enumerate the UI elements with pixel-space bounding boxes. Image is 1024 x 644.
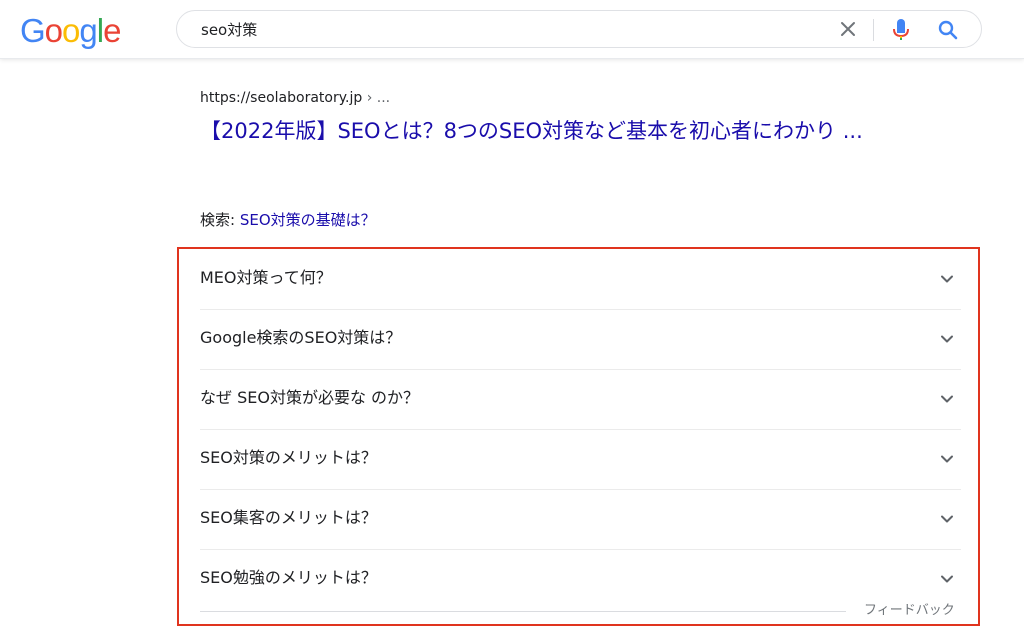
chevron-down-icon[interactable] [939,511,955,527]
paa-question-item[interactable]: MEO対策って何？ [200,250,961,310]
top-bar: Google [0,0,1024,59]
feedback-link[interactable]: フィードバック [864,601,955,621]
related-search: 検索: SEO対策の基礎は？ [200,208,376,232]
microphone-icon[interactable] [891,18,911,42]
paa-question-text: SEO対策のメリットは？ [200,448,377,467]
chevron-down-icon[interactable] [939,571,955,587]
paa-question-item[interactable]: SEO集客のメリットは？ [200,490,961,550]
logo-letter: G [20,12,46,49]
paa-question-item[interactable]: SEO対策のメリットは？ [200,430,961,490]
paa-question-item[interactable]: なぜ SEO対策が必要な のか？ [200,370,961,430]
logo-letter: o [44,12,63,49]
paa-question-text: MEO対策って何？ [200,268,332,287]
search-box-divider [873,19,874,41]
google-logo[interactable]: Google [20,11,121,51]
close-icon[interactable] [838,19,858,39]
paa-question-item[interactable]: Google検索のSEO対策は？ [200,310,961,370]
paa-question-text: SEO集客のメリットは？ [200,508,377,527]
search-box[interactable] [176,10,982,48]
related-search-label: 検索: [200,211,240,229]
chevron-down-icon[interactable] [939,331,955,347]
people-also-ask: MEO対策って何？ Google検索のSEO対策は？ なぜ SEO対策が必要な のか… [200,250,961,609]
paa-question-text: SEO勉強のメリットは？ [200,568,377,587]
result-url-text[interactable]: https://seolaboratory.jp [200,90,362,106]
related-search-link[interactable]: SEO対策の基礎は？ [240,211,376,229]
search-icon[interactable] [937,19,959,41]
logo-letter: e [103,12,121,49]
feedback-divider [200,611,846,612]
chevron-down-icon[interactable] [939,271,955,287]
logo-letter: o [62,12,80,49]
paa-question-text: なぜ SEO対策が必要な のか？ [200,388,420,407]
result-breadcrumb: › ... [362,90,391,106]
search-input[interactable] [201,18,801,40]
paa-question-item[interactable]: SEO勉強のメリットは？ [200,550,961,609]
chevron-down-icon[interactable] [939,391,955,407]
paa-question-text: Google検索のSEO対策は？ [200,328,402,347]
search-result: https://seolaboratory.jp › ... 【2022年版】S… [200,86,900,146]
result-title-link[interactable]: 【2022年版】SEOとは？8つのSEO対策など基本を初心者にわかり ... [200,116,890,146]
logo-letter: g [79,12,97,49]
chevron-down-icon[interactable] [939,451,955,467]
result-url[interactable]: https://seolaboratory.jp › ... [200,86,900,110]
